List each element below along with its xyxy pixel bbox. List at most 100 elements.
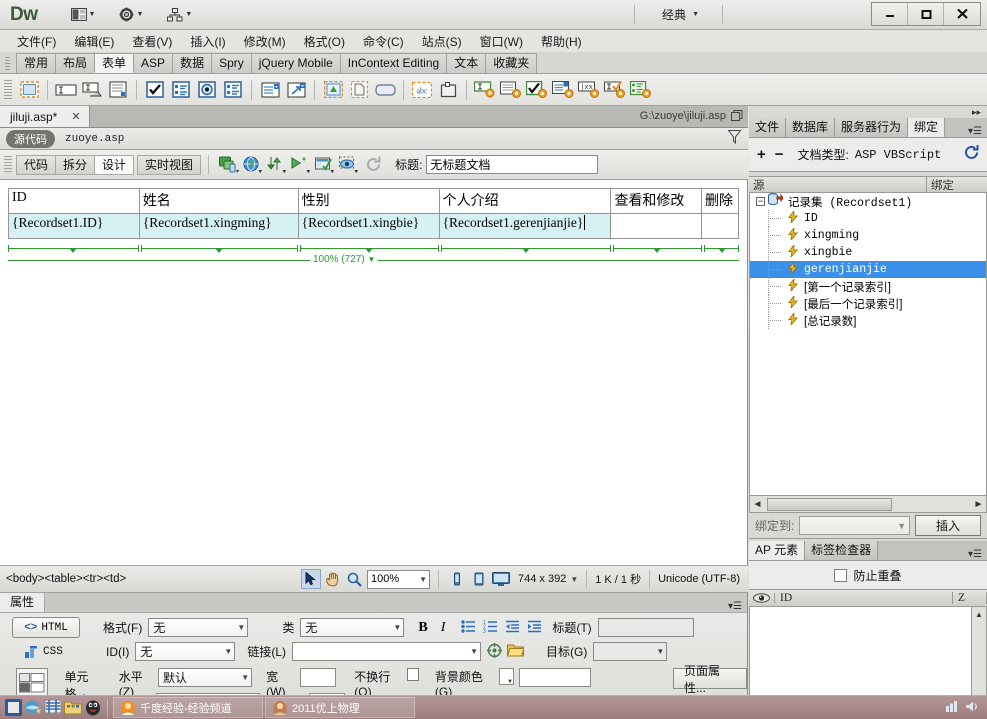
tree-node-total-records[interactable]: [总记录数] <box>750 310 986 329</box>
table-cell-header-view-edit[interactable]: 查看和修改 <box>610 188 703 214</box>
workspace-selector[interactable]: 经典 ▼ <box>654 4 707 25</box>
checkbox-icon[interactable] <box>143 78 167 102</box>
bindings-tree-hscrollbar[interactable]: ◄ ► <box>749 496 987 513</box>
chevron-down-icon[interactable]: ▼ <box>367 255 375 264</box>
file-management-icon[interactable] <box>265 154 289 176</box>
tab-bindings[interactable]: 绑定 <box>908 118 946 137</box>
taskbar-item-baidu-jingyan[interactable]: 千度经验-经验频道 <box>113 697 263 718</box>
tree-node-first-record-index[interactable]: [第一个记录索引] <box>750 276 986 295</box>
view-live-button[interactable]: 实时视图 <box>137 154 202 175</box>
collapse-panels-icon[interactable]: ▸▸ <box>749 106 987 118</box>
scroll-left-icon[interactable]: ◄ <box>750 497 765 512</box>
maximize-button[interactable] <box>908 3 944 25</box>
collapse-expander-icon[interactable]: − <box>756 197 765 206</box>
close-button[interactable] <box>944 3 980 25</box>
spry-text-field-icon[interactable] <box>473 78 497 102</box>
table-cell-header-delete[interactable]: 删除 <box>701 188 739 214</box>
text-field-icon[interactable] <box>54 78 78 102</box>
eye-icon[interactable] <box>749 593 775 603</box>
bgcolor-input[interactable] <box>518 668 591 687</box>
link-select[interactable]: ▼ <box>292 642 481 661</box>
table-cell-header-gender[interactable]: 性别 <box>297 188 440 214</box>
insert-tab-asp[interactable]: ASP <box>133 53 174 73</box>
insert-tab-incontext-editing[interactable]: InContext Editing <box>339 53 448 73</box>
class-select[interactable]: 无 ▼ <box>300 618 405 637</box>
spry-checkbox-icon[interactable] <box>525 78 549 102</box>
jump-menu-icon[interactable] <box>284 78 308 102</box>
image-field-icon[interactable] <box>321 78 345 102</box>
css-mode-button[interactable]: CSS <box>18 643 80 661</box>
add-binding-button[interactable]: + <box>757 146 766 163</box>
tree-node-last-record-index[interactable]: [最后一个记录索引] <box>750 293 986 312</box>
indent-icon[interactable] <box>527 620 542 636</box>
minimize-button[interactable] <box>872 3 908 25</box>
bgcolor-swatch[interactable]: ▼ <box>498 668 514 685</box>
outdent-icon[interactable] <box>505 620 520 636</box>
title-attr-input[interactable] <box>597 618 694 637</box>
menu-view[interactable]: 查看(V) <box>123 31 181 52</box>
tree-node-xingming[interactable]: xingming <box>750 225 986 244</box>
document-tab-jiluji[interactable]: jiluji.asp* ✕ <box>0 106 90 127</box>
start-button-icon[interactable] <box>4 699 22 717</box>
insert-tab-jquery-mobile[interactable]: jQuery Mobile <box>250 53 341 73</box>
table-cell-header-id[interactable]: ID <box>8 188 140 214</box>
table-cell-binding-id[interactable]: {Recordset1.ID} <box>8 213 140 239</box>
preview-in-browser-icon[interactable] <box>241 154 265 176</box>
source-code-button[interactable]: 源代码 <box>6 129 55 148</box>
tab-files[interactable]: 文件 <box>749 118 787 137</box>
file-field-icon[interactable] <box>347 78 371 102</box>
remove-binding-button[interactable]: − <box>775 146 784 163</box>
width-input[interactable] <box>300 668 337 687</box>
drag-grip[interactable] <box>4 79 12 100</box>
menu-modify[interactable]: 修改(M) <box>235 31 295 52</box>
fieldset-icon[interactable] <box>436 78 460 102</box>
table-cell-binding-xingbie[interactable]: {Recordset1.xingbie} <box>297 213 440 239</box>
design-view-canvas[interactable]: ID 姓名 性别 个人介绍 查看和修改 删除 {Recordset1.ID} {… <box>0 180 748 565</box>
refresh-design-icon[interactable] <box>361 154 385 176</box>
tab-ap-elements[interactable]: AP 元素 <box>749 541 806 560</box>
view-design-button[interactable]: 设计 <box>94 154 135 175</box>
insert-tab-common[interactable]: 常用 <box>16 53 57 73</box>
label-icon[interactable]: abc <box>410 78 434 102</box>
table-cell-header-intro[interactable]: 个人介绍 <box>438 188 612 214</box>
nowrap-checkbox[interactable] <box>407 668 419 681</box>
scroll-right-icon[interactable]: ► <box>971 497 986 512</box>
extend-settings-button[interactable]: ▼ <box>114 4 148 26</box>
unordered-list-icon[interactable] <box>461 619 476 636</box>
spry-confirm-icon[interactable] <box>603 78 627 102</box>
restore-document-icon[interactable] <box>731 110 743 125</box>
insert-tab-text[interactable]: 文本 <box>446 53 487 73</box>
tree-node-recordset[interactable]: − 记录集 (Recordset1) <box>750 193 986 210</box>
tree-node-xingbie[interactable]: xingbie <box>750 242 986 261</box>
taskbar-item-wuli[interactable]: 2011优上物理 <box>265 697 415 718</box>
browse-folder-icon[interactable] <box>506 643 525 660</box>
tab-databases[interactable]: 数据库 <box>786 118 836 137</box>
zoom-level-select[interactable]: 100% ▼ <box>366 569 430 589</box>
ap-elements-list[interactable]: ▲ ▼ <box>749 607 987 708</box>
insert-tab-data[interactable]: 数据 <box>172 53 213 73</box>
html-mode-button[interactable]: <> HTML <box>12 617 80 638</box>
table-cell-header-name[interactable]: 姓名 <box>138 188 299 214</box>
source-include-file[interactable]: zuoye.asp <box>65 133 124 145</box>
drag-grip[interactable] <box>3 55 13 71</box>
qq-icon[interactable] <box>84 699 102 717</box>
radio-group-icon[interactable] <box>221 78 245 102</box>
design-table[interactable]: ID 姓名 性别 个人介绍 查看和修改 删除 {Recordset1.ID} {… <box>8 188 739 239</box>
menu-commands[interactable]: 命令(C) <box>354 31 413 52</box>
chevron-down-icon[interactable]: ▼ <box>570 575 578 584</box>
table-cell-binding-gerenjianjie[interactable]: {Recordset1.gerenjianjie} <box>438 213 612 239</box>
hidden-field-icon[interactable] <box>80 78 104 102</box>
radio-button-icon[interactable] <box>195 78 219 102</box>
zoom-tool-button[interactable] <box>345 569 365 589</box>
refresh-icon[interactable] <box>964 145 979 164</box>
tray-network-icon[interactable] <box>945 700 960 716</box>
ap-elements-vscrollbar[interactable]: ▲ ▼ <box>971 607 986 708</box>
list-menu-icon[interactable] <box>258 78 282 102</box>
table-cell-delete[interactable] <box>701 213 739 239</box>
spry-select-icon[interactable] <box>551 78 575 102</box>
spry-radio-group-icon[interactable] <box>629 78 653 102</box>
insert-tab-favorites[interactable]: 收藏夹 <box>485 53 538 73</box>
close-icon[interactable]: ✕ <box>71 107 80 127</box>
hscroll-thumb[interactable] <box>767 497 892 511</box>
page-properties-button[interactable]: 页面属性... <box>672 664 747 695</box>
